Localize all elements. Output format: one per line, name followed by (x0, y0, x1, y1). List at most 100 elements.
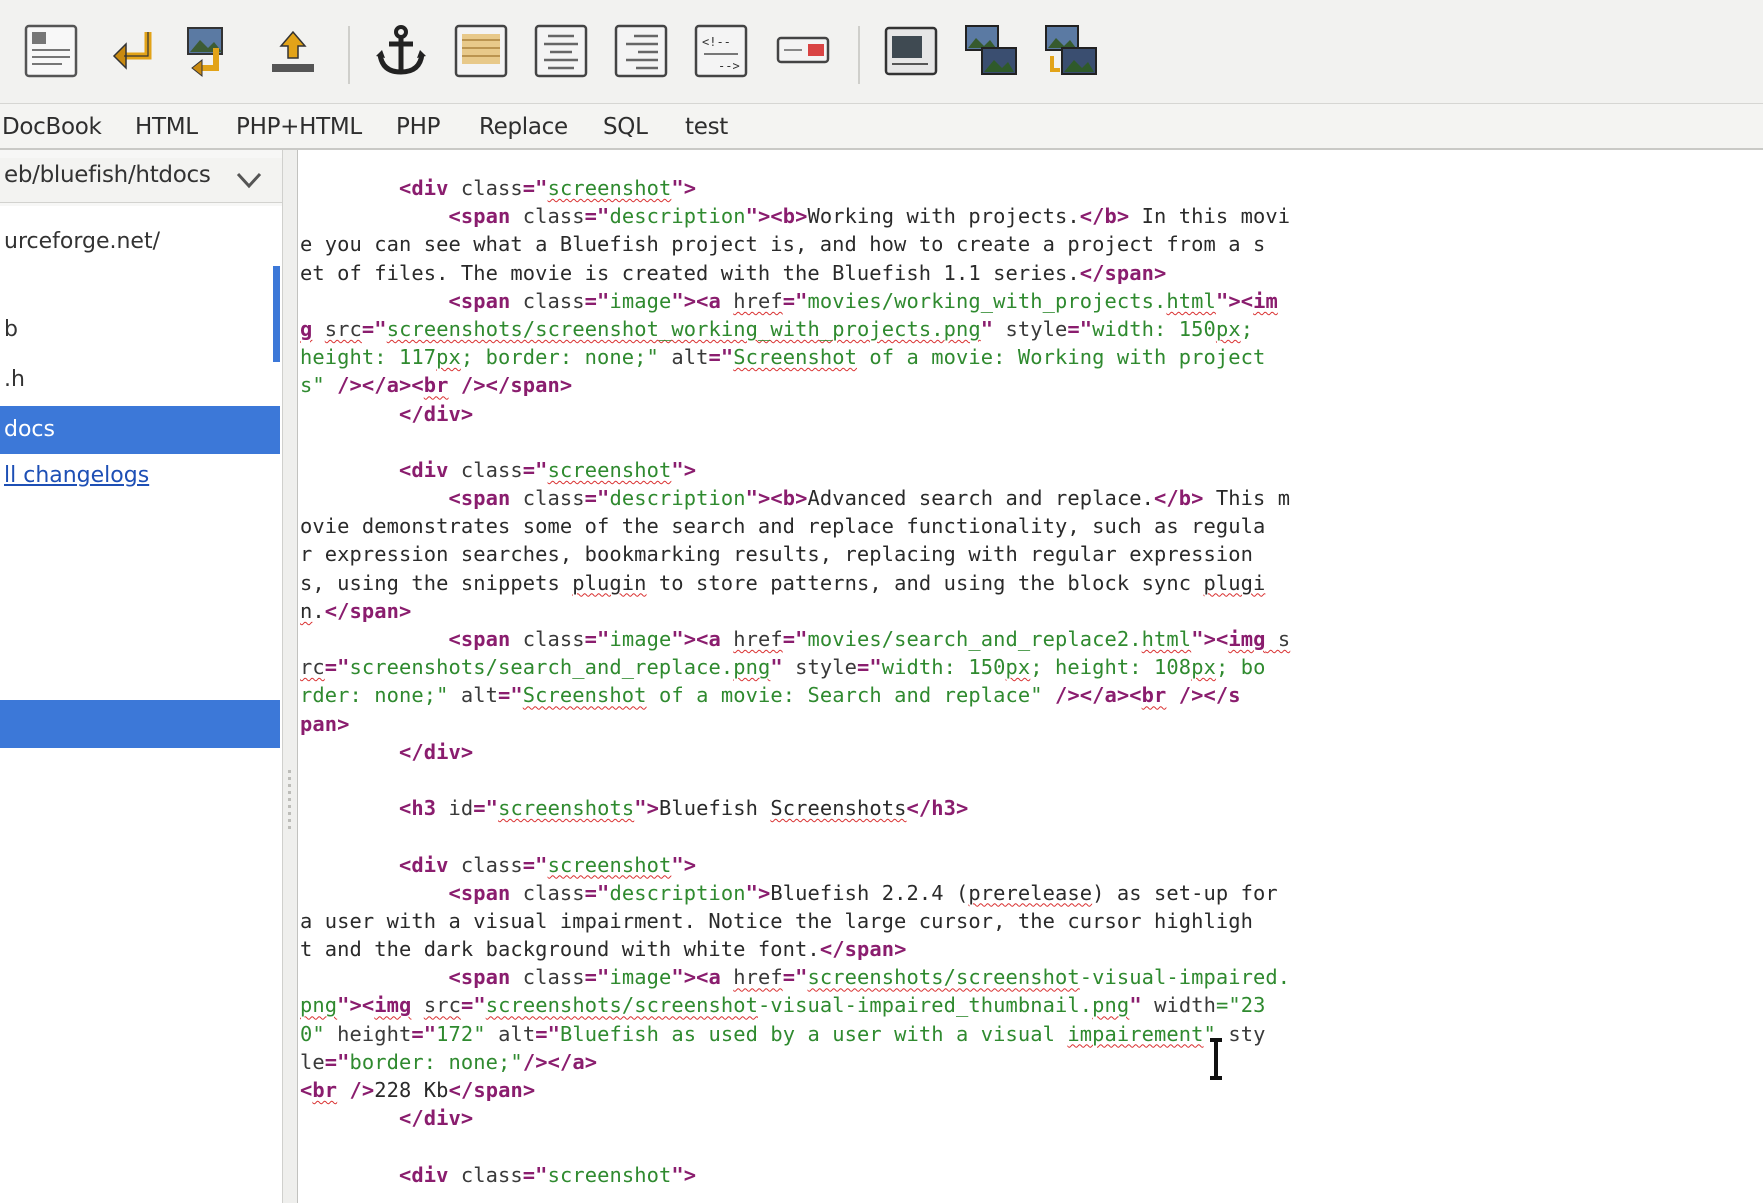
code-token: prerelease (968, 880, 1093, 905)
code-token: png (1092, 993, 1130, 1018)
code-token: =" (584, 965, 610, 990)
multi-thumbnail-icon[interactable] (1040, 20, 1102, 82)
tree-item[interactable]: .h (0, 356, 280, 404)
chevron-down-icon[interactable] (234, 168, 264, 192)
code-token: <div (399, 852, 461, 877)
code-token: px (1191, 655, 1216, 680)
code-token: border: none;" (349, 1049, 523, 1074)
upload-icon[interactable] (262, 20, 324, 82)
code-token: "> (634, 796, 659, 821)
code-token: ">< (1215, 288, 1254, 313)
anchor-icon[interactable] (370, 20, 432, 82)
code-token: class (460, 852, 523, 877)
code-token: =" (584, 627, 610, 651)
code-token: class (460, 1162, 523, 1187)
code-token: href (733, 288, 783, 313)
tree-item[interactable] (0, 264, 280, 312)
tab-docbook[interactable]: DocBook (2, 110, 102, 144)
code-token: ="23 (1215, 993, 1266, 1018)
comment-icon[interactable]: <!-- --> (690, 20, 752, 82)
code-token: Screenshot (522, 683, 647, 708)
code-token: s" (300, 373, 325, 398)
splitter-grip[interactable] (288, 770, 291, 830)
code-line: n.</span> (300, 597, 1290, 625)
code-token: /></span> (448, 373, 573, 398)
code-line: </div> (300, 400, 1290, 428)
code-token: =" (584, 486, 610, 511)
code-token: =" (535, 1021, 560, 1046)
code-token: br (423, 373, 449, 398)
code-token: alt (498, 1021, 536, 1046)
tab-html[interactable]: HTML (135, 110, 198, 144)
frame-icon[interactable] (880, 20, 942, 82)
thumbnail-icon[interactable] (960, 20, 1022, 82)
code-token: Bluefish 2.2.4 ( (770, 880, 969, 905)
code-token: ">< (1191, 627, 1229, 651)
tab-php[interactable]: PHP (396, 110, 440, 144)
code-token: =" (782, 965, 808, 990)
tree-item[interactable]: urceforge.net/ (0, 218, 280, 266)
code-token: <span (448, 288, 523, 313)
code-line: ​ (300, 822, 1290, 850)
code-token: =" (708, 345, 734, 370)
code-token: =" (324, 1049, 350, 1074)
code-token: t and the dark background with white fon… (300, 937, 820, 962)
code-token: "><b> (745, 486, 808, 511)
tab-test[interactable]: test (685, 110, 728, 144)
code-token: style (1005, 316, 1068, 341)
tree-item[interactable]: b (0, 306, 280, 354)
return-arrow-icon[interactable] (104, 20, 166, 82)
code-token: =" (522, 176, 548, 200)
code-token: style (795, 655, 857, 680)
toolbar-separator (858, 26, 860, 84)
code-line: et of files. The movie is created with t… (300, 259, 1290, 287)
code-token: br (1141, 683, 1167, 708)
tab-replace[interactable]: Replace (479, 110, 568, 144)
code-token: </div> (399, 401, 474, 426)
code-token: class (522, 288, 585, 313)
code-token: class (522, 965, 585, 990)
code-token: =" (522, 852, 548, 877)
code-token: " (770, 655, 796, 680)
file-browser-sidebar: eb/bluefish/htdocs urceforge.net/ b .h d… (0, 150, 282, 1203)
code-token: rder: none;" (300, 683, 461, 708)
code-token: ; height: 108 (1030, 655, 1192, 680)
code-token: plugin (572, 570, 647, 595)
code-token: < (300, 1078, 313, 1102)
code-token: height: 117 (300, 345, 437, 370)
tree-item-link[interactable]: ll changelogs (0, 452, 280, 500)
code-token: <span (448, 880, 523, 905)
align-center-icon[interactable] (530, 20, 592, 82)
align-right-icon[interactable] (610, 20, 672, 82)
document-icon[interactable] (20, 20, 82, 82)
tree-item-selected[interactable] (0, 700, 280, 748)
tab-php-html[interactable]: PHP+HTML (236, 110, 362, 144)
image-insert-icon[interactable] (180, 20, 242, 82)
code-token: </span> (1079, 260, 1167, 285)
code-token: Bluefish (658, 796, 771, 821)
tree-item-selected[interactable]: docs (0, 406, 280, 454)
code-token: img (374, 993, 412, 1018)
sidebar-scrollbar[interactable] (273, 266, 280, 362)
code-token: movies/working_with_projects. (807, 288, 1167, 313)
code-token: -visual-impaired. (1079, 965, 1291, 990)
code-line: <span class="image"><a href="screenshots… (300, 963, 1291, 991)
code-line: ​ (300, 1132, 1290, 1160)
pane-splitter[interactable] (282, 150, 298, 1203)
input-field-icon[interactable] (772, 20, 834, 82)
code-editor[interactable]: <div class="screenshot"> <span class="de… (298, 150, 1763, 1203)
code-token: <div (399, 176, 461, 200)
code-token: 0" (300, 1021, 338, 1046)
code-token: class (522, 627, 585, 651)
code-token: ">< (337, 993, 375, 1018)
paragraph-icon[interactable] (450, 20, 512, 82)
code-token: . (312, 598, 325, 623)
code-token: image (609, 965, 672, 990)
tab-sql[interactable]: SQL (603, 110, 648, 144)
path-selector[interactable]: eb/bluefish/htdocs (0, 158, 282, 203)
code-token: =" (324, 655, 350, 680)
